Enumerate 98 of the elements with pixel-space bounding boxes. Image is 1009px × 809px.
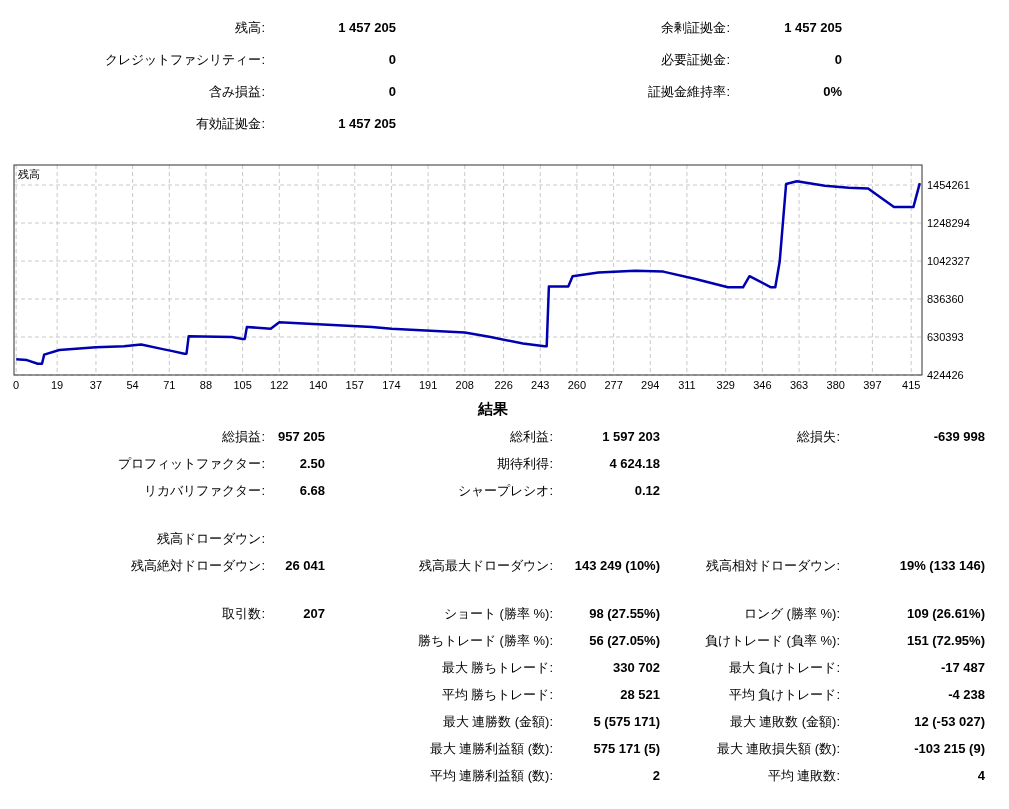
axis-tick-label: 363 [789, 379, 809, 391]
field-label: 平均 負けトレード: [728, 685, 840, 704]
axis-tick-label: 630393 [927, 331, 964, 343]
axis-tick-label: 311 [678, 379, 696, 391]
axis-tick-label: 346 [753, 379, 772, 391]
field-value: 0.12 [634, 481, 660, 500]
field-label: 平均 連敗数: [767, 766, 840, 785]
field-value: 26 041 [285, 556, 325, 575]
field-value: -4 238 [948, 685, 985, 704]
axis-tick-label: 380 [826, 379, 845, 391]
axis-tick-label: 424426 [927, 369, 964, 381]
field-value: 4 [977, 766, 985, 785]
field-value: 957 205 [278, 427, 325, 446]
axis-tick-label: 1248294 [927, 217, 970, 230]
axis-tick-label: 122 [270, 379, 289, 391]
axis-tick-label: 208 [455, 379, 474, 391]
field-value: 0% [823, 83, 842, 102]
field-value: 207 [303, 604, 325, 623]
axis-tick-label: 226 [494, 379, 513, 391]
field-value: 1 597 203 [602, 427, 660, 446]
section-heading: 結果 [477, 398, 508, 419]
field-value: 5 (575 171) [593, 712, 660, 731]
field-label: 期待利得: [497, 454, 553, 473]
field-value: 575 171 (5) [593, 739, 660, 758]
axis-tick-label: 415 [902, 379, 921, 391]
field-label: シャープレシオ: [458, 481, 553, 500]
field-value: 143 249 (10%) [574, 556, 660, 575]
field-label: クレジットファシリティー: [105, 51, 265, 70]
axis-tick-label: 88 [199, 379, 213, 391]
axis-tick-label: 37 [89, 379, 103, 391]
field-label: ロング (勝率 %): [743, 604, 840, 623]
field-value: 0 [388, 51, 396, 70]
axis-tick-label: 105 [233, 379, 252, 391]
field-label: ショート (勝率 %): [443, 604, 553, 623]
axis-tick-label: 140 [308, 379, 328, 391]
field-value: 98 (27.55%) [589, 604, 660, 623]
field-value: 28 521 [620, 685, 660, 704]
field-label: 最大 負けトレード: [728, 658, 840, 677]
field-value: 2 [652, 766, 660, 785]
field-label: 最大 連勝利益額 (数): [429, 739, 553, 758]
field-label: 総損失: [797, 427, 840, 446]
axis-tick-label: 54 [126, 379, 139, 391]
field-label: 平均 勝ちトレード: [441, 685, 553, 704]
axis-tick-label: 1454261 [927, 179, 970, 192]
field-value: 2.50 [299, 454, 325, 473]
axis-tick-label: 243 [531, 379, 550, 391]
field-label: 負けトレード (負率 %): [704, 631, 840, 650]
field-label: 最大 勝ちトレード: [441, 658, 553, 677]
field-label: 総損益: [222, 427, 265, 446]
axis-tick-label: 836360 [927, 293, 964, 305]
field-label: プロフィットファクター: [118, 454, 265, 473]
field-label: 最大 連敗数 (金額): [729, 712, 840, 731]
field-value: 4 624.18 [609, 454, 660, 473]
field-value: -17 487 [940, 658, 985, 677]
field-value: 0 [834, 51, 842, 70]
field-value: -639 998 [933, 427, 985, 446]
field-label: 証拠金維持率: [648, 83, 730, 102]
field-label: 取引数: [222, 604, 265, 623]
field-value: 1 457 205 [784, 19, 842, 38]
field-label: 最大 連勝数 (金額): [442, 712, 553, 731]
field-label: リカバリファクター: [144, 481, 265, 500]
field-label: 有効証拠金: [196, 115, 265, 134]
field-value: 109 (26.61%) [906, 604, 985, 623]
axis-tick-label: 191 [418, 379, 438, 391]
field-label: 勝ちトレード (勝率 %): [417, 631, 553, 650]
axis-tick-label: 329 [716, 379, 735, 391]
axis-tick-label: 277 [604, 379, 623, 391]
field-label: 平均 連勝利益額 (数): [429, 766, 553, 785]
field-label: 残高最大ドローダウン: [419, 556, 553, 575]
field-label: 残高: [235, 19, 265, 38]
field-value: 330 702 [613, 658, 660, 677]
field-value: 12 (-53 027) [914, 712, 985, 731]
axis-tick-label: 260 [567, 379, 587, 391]
axis-tick-label: 0 [13, 379, 20, 391]
axis-tick-label: 294 [641, 379, 660, 391]
axis-tick-label: 1042327 [927, 255, 970, 268]
field-label: 必要証拠金: [661, 51, 730, 70]
field-label: 総利益: [510, 427, 553, 446]
field-value: 151 (72.95%) [906, 631, 985, 650]
legend-label: 残高 [18, 168, 40, 180]
field-value: 19% (133 146) [899, 556, 985, 575]
axis-tick-label: 174 [382, 379, 401, 391]
field-label: 残高絶対ドローダウン: [131, 556, 265, 575]
field-label: 余剰証拠金: [661, 19, 730, 38]
field-value: -103 215 (9) [914, 739, 985, 758]
field-label: 最大 連敗損失額 (数): [716, 739, 840, 758]
field-value: 56 (27.05%) [589, 631, 660, 650]
axis-tick-label: 71 [163, 379, 176, 391]
field-label: 残高ドローダウン: [157, 529, 265, 548]
axis-tick-label: 19 [51, 379, 64, 391]
field-value: 1 457 205 [338, 115, 396, 134]
axis-tick-label: 397 [863, 379, 882, 391]
axis-tick-label: 157 [345, 379, 364, 391]
field-label: 残高相対ドローダウン: [706, 556, 840, 575]
field-value: 6.68 [299, 481, 325, 500]
field-label: 含み損益: [209, 83, 265, 102]
field-value: 0 [388, 83, 396, 102]
field-value: 1 457 205 [338, 19, 396, 38]
